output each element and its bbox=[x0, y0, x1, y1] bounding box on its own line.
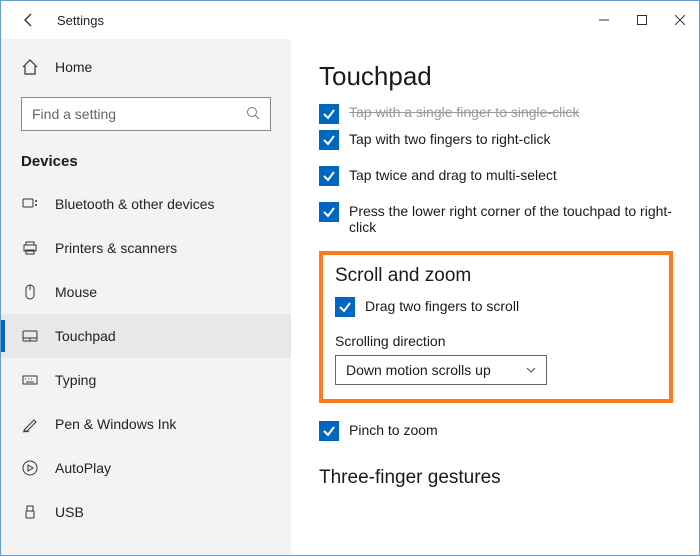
mouse-icon bbox=[21, 283, 39, 301]
dropdown-value: Down motion scrolls up bbox=[346, 362, 491, 378]
autoplay-icon bbox=[21, 459, 39, 477]
nav-label: Printers & scanners bbox=[55, 240, 177, 256]
back-button[interactable] bbox=[21, 12, 37, 28]
nav-autoplay[interactable]: AutoPlay bbox=[1, 446, 291, 490]
checkbox-icon bbox=[319, 104, 339, 124]
printer-icon bbox=[21, 239, 39, 257]
checkbox-label: Tap twice and drag to multi-select bbox=[349, 166, 557, 183]
nav-label: Typing bbox=[55, 372, 96, 388]
nav-usb[interactable]: USB bbox=[1, 490, 291, 534]
checkbox-label: Tap with two fingers to right-click bbox=[349, 130, 551, 147]
page-title: Touchpad bbox=[319, 61, 673, 92]
sidebar: Home Find a setting Devices Bluetooth & … bbox=[1, 39, 291, 555]
scrolling-direction-dropdown[interactable]: Down motion scrolls up bbox=[335, 355, 547, 385]
checkbox-label: Drag two fingers to scroll bbox=[365, 297, 519, 314]
nav-typing[interactable]: Typing bbox=[1, 358, 291, 402]
close-button[interactable] bbox=[661, 1, 699, 39]
nav-label: Pen & Windows Ink bbox=[55, 416, 176, 432]
checkbox-corner-right-click[interactable]: Press the lower right corner of the touc… bbox=[319, 202, 673, 235]
nav-label: Bluetooth & other devices bbox=[55, 196, 215, 212]
checkbox-label: Press the lower right corner of the touc… bbox=[349, 202, 673, 235]
bluetooth-icon bbox=[21, 195, 39, 213]
nav-printers[interactable]: Printers & scanners bbox=[1, 226, 291, 270]
search-placeholder: Find a setting bbox=[32, 106, 246, 122]
search-input[interactable]: Find a setting bbox=[21, 97, 271, 131]
nav-touchpad[interactable]: Touchpad bbox=[1, 314, 291, 358]
checkbox-icon bbox=[335, 297, 355, 317]
checkbox-single-tap-clipped[interactable]: Tap with a single finger to single-click bbox=[319, 104, 673, 120]
checkbox-icon bbox=[319, 166, 339, 186]
usb-icon bbox=[21, 503, 39, 521]
home-icon bbox=[21, 58, 39, 76]
checkbox-tap-twice-drag[interactable]: Tap twice and drag to multi-select bbox=[319, 166, 673, 186]
nav-label: USB bbox=[55, 504, 84, 520]
checkbox-icon bbox=[319, 202, 339, 222]
window-title: Settings bbox=[57, 13, 104, 28]
devices-group-header: Devices bbox=[1, 147, 291, 182]
checkbox-icon bbox=[319, 421, 339, 441]
checkbox-pinch-zoom[interactable]: Pinch to zoom bbox=[319, 421, 673, 441]
minimize-button[interactable] bbox=[585, 1, 623, 39]
home-nav[interactable]: Home bbox=[1, 45, 291, 89]
home-label: Home bbox=[55, 59, 92, 75]
main-content: Touchpad Tap with a single finger to sin… bbox=[291, 39, 699, 555]
nav-bluetooth[interactable]: Bluetooth & other devices bbox=[1, 182, 291, 226]
maximize-button[interactable] bbox=[623, 1, 661, 39]
nav-pen[interactable]: Pen & Windows Ink bbox=[1, 402, 291, 446]
scrolling-direction-label: Scrolling direction bbox=[335, 333, 657, 349]
keyboard-icon bbox=[21, 371, 39, 389]
checkbox-icon bbox=[319, 130, 339, 150]
scroll-zoom-title: Scroll and zoom bbox=[335, 265, 657, 287]
pen-icon bbox=[21, 415, 39, 433]
three-finger-title: Three-finger gestures bbox=[319, 467, 673, 489]
chevron-down-icon bbox=[526, 362, 536, 378]
checkbox-label: Pinch to zoom bbox=[349, 421, 438, 438]
nav-mouse[interactable]: Mouse bbox=[1, 270, 291, 314]
search-icon bbox=[246, 106, 260, 123]
nav-label: Mouse bbox=[55, 284, 97, 300]
checkbox-drag-to-scroll[interactable]: Drag two fingers to scroll bbox=[335, 297, 657, 317]
touchpad-icon bbox=[21, 327, 39, 345]
nav-label: AutoPlay bbox=[55, 460, 111, 476]
checkbox-two-finger-right-click[interactable]: Tap with two fingers to right-click bbox=[319, 130, 673, 150]
nav-label: Touchpad bbox=[55, 328, 116, 344]
highlight-annotation: Scroll and zoom Drag two fingers to scro… bbox=[319, 251, 673, 403]
